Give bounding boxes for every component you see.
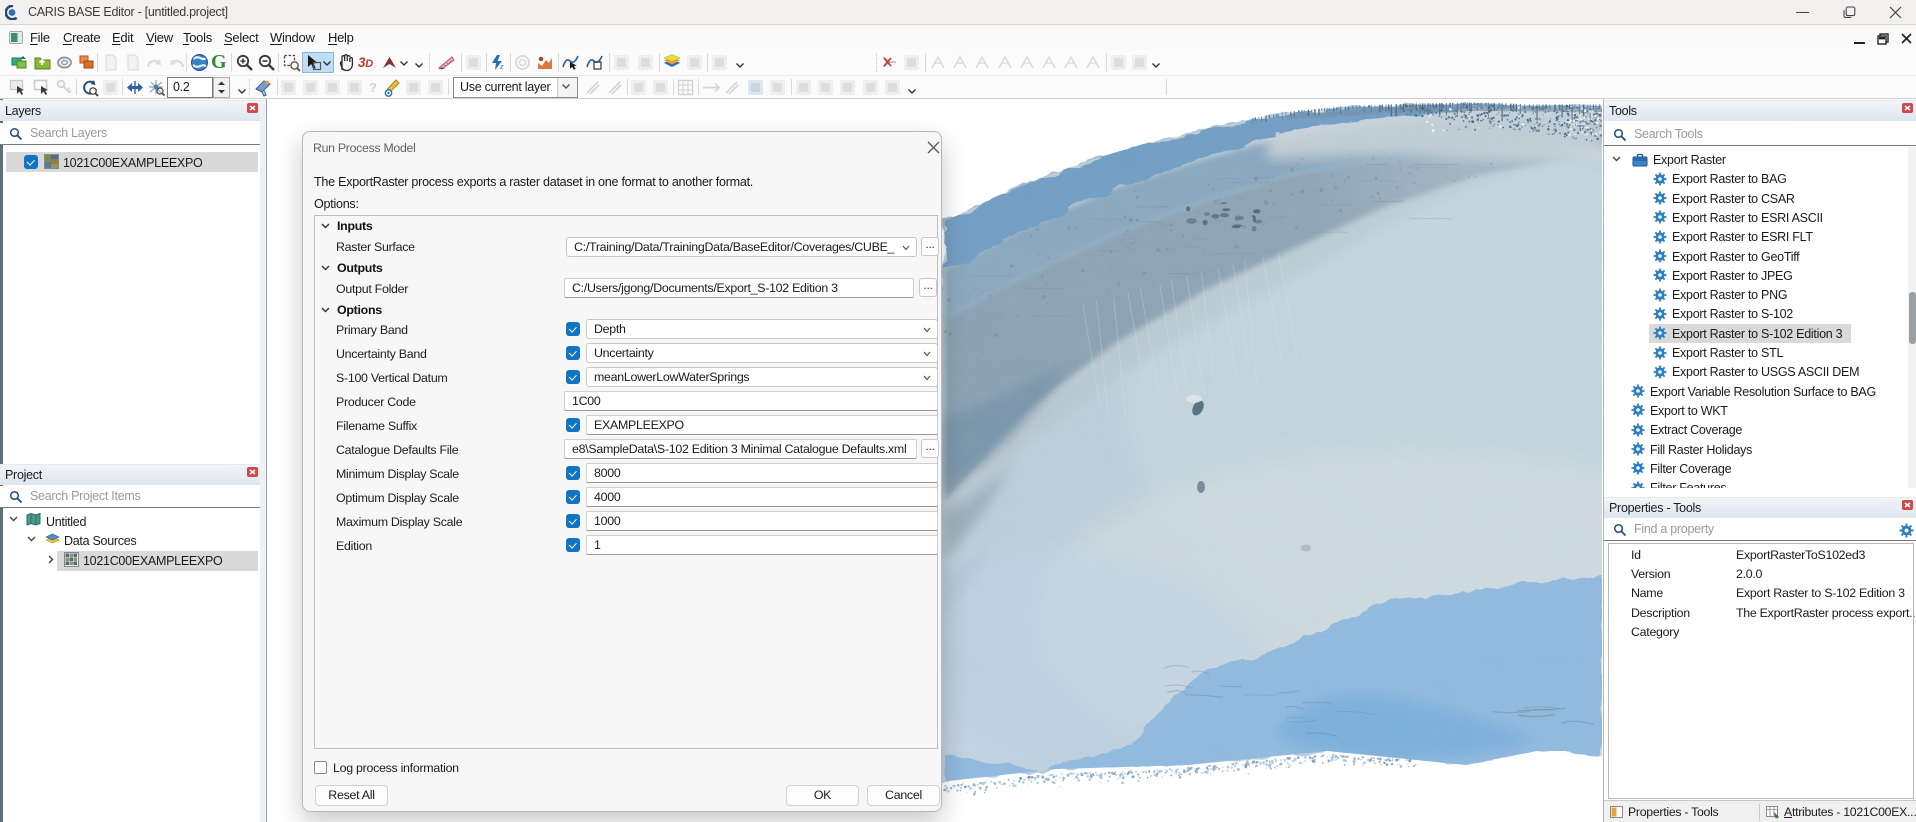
- svg-text:z: z: [499, 64, 504, 71]
- svg-text:?: ?: [369, 80, 377, 95]
